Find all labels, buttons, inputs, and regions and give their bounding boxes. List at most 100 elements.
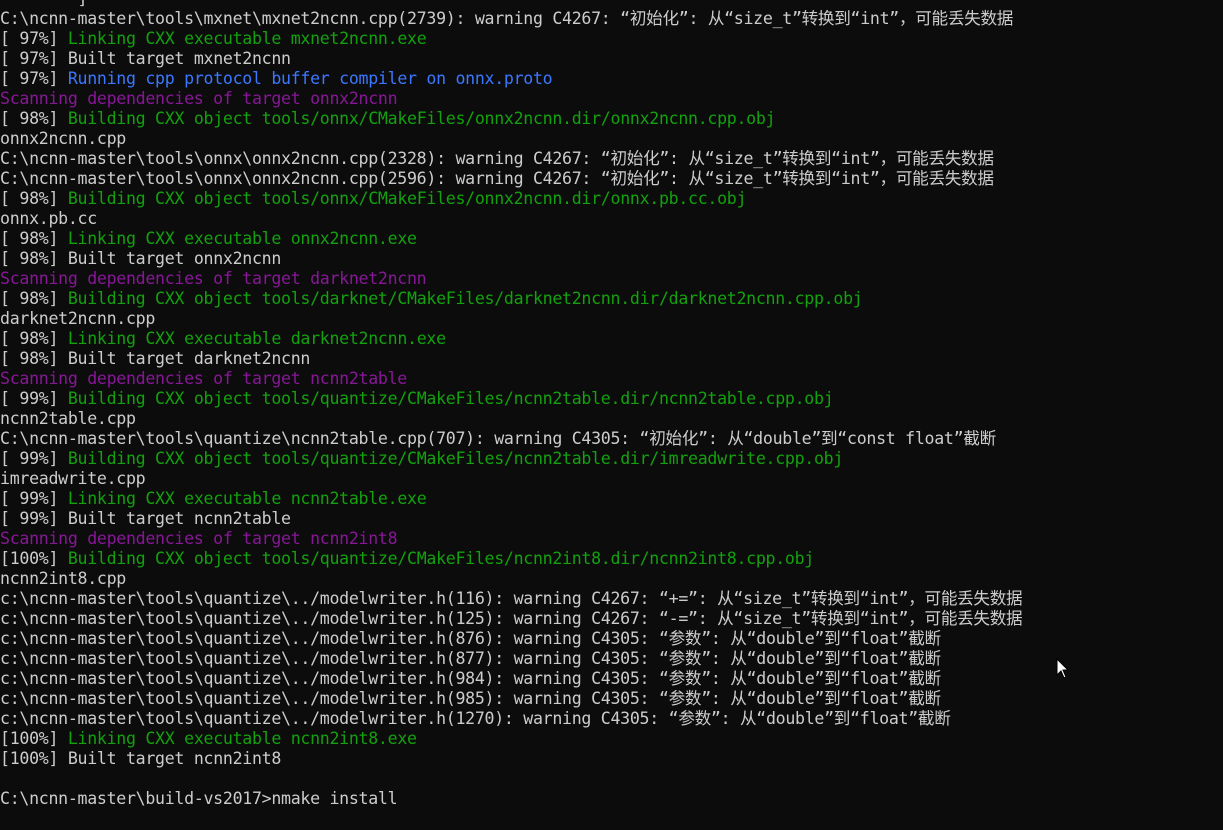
progress-prefix: [ 99%]	[0, 449, 68, 468]
line-text: ]	[0, 0, 88, 8]
console-line: [ 99%] Building CXX object tools/quantiz…	[0, 389, 1223, 409]
console-line: [ 99%] Building CXX object tools/quantiz…	[0, 449, 1223, 469]
line-text: Linking CXX executable onnx2ncnn.exe	[67, 229, 417, 248]
line-text: Building CXX object tools/darknet/CMakeF…	[67, 289, 863, 308]
progress-prefix: [ 98%]	[0, 289, 68, 308]
line-text: Building CXX object tools/onnx/CMakeFile…	[67, 189, 747, 208]
progress-prefix: [ 99%]	[0, 389, 68, 408]
line-text: C:\ncnn-master\tools\onnx\onnx2ncnn.cpp(…	[0, 149, 994, 168]
progress-prefix: [ 99%]	[0, 489, 68, 508]
progress-prefix: [ 97%]	[0, 49, 68, 68]
line-text: darknet2ncnn.cpp	[0, 309, 156, 328]
progress-prefix: [ 97%]	[0, 69, 68, 88]
line-text: c:\ncnn-master\tools\quantize\../modelwr…	[0, 629, 941, 648]
console-line: ncnn2int8.cpp	[0, 569, 1223, 589]
line-text: C:\ncnn-master\build-vs2017>nmake instal…	[0, 789, 398, 808]
line-text: Linking CXX executable darknet2ncnn.exe	[67, 329, 446, 348]
line-text: Linking CXX executable ncnn2table.exe	[67, 489, 427, 508]
console-line: [100%] Built target ncnn2int8	[0, 749, 1223, 769]
console-line: C:\ncnn-master\tools\onnx\onnx2ncnn.cpp(…	[0, 169, 1223, 189]
console-line: [ 97%] Running cpp protocol buffer compi…	[0, 69, 1223, 89]
terminal-output[interactable]: ]C:\ncnn-master\tools\mxnet\mxnet2ncnn.c…	[0, 0, 1223, 809]
line-text: Linking CXX executable mxnet2ncnn.exe	[67, 29, 427, 48]
line-text: ncnn2int8.cpp	[0, 569, 126, 588]
line-text: onnx2ncnn.cpp	[0, 129, 126, 148]
line-text: onnx.pb.cc	[0, 209, 97, 228]
console-line: C:\ncnn-master\tools\quantize\ncnn2table…	[0, 429, 1223, 449]
console-line: c:\ncnn-master\tools\quantize\../modelwr…	[0, 649, 1223, 669]
console-line: [ 98%] Building CXX object tools/onnx/CM…	[0, 189, 1223, 209]
console-line: [ 98%] Building CXX object tools/onnx/CM…	[0, 109, 1223, 129]
line-text: Scanning dependencies of target ncnn2int…	[0, 529, 398, 548]
console-line: c:\ncnn-master\tools\quantize\../modelwr…	[0, 629, 1223, 649]
console-line: [ 98%] Linking CXX executable onnx2ncnn.…	[0, 229, 1223, 249]
line-text: Built target mxnet2ncnn	[67, 49, 291, 68]
line-text: C:\ncnn-master\tools\mxnet\mxnet2ncnn.cp…	[0, 9, 1014, 28]
console-line: [ 97%] Linking CXX executable mxnet2ncnn…	[0, 29, 1223, 49]
console-line: onnx.pb.cc	[0, 209, 1223, 229]
line-text: c:\ncnn-master\tools\quantize\../modelwr…	[0, 709, 951, 728]
line-text: Built target onnx2ncnn	[67, 249, 282, 268]
line-text: Building CXX object tools/quantize/CMake…	[67, 449, 844, 468]
line-text: imreadwrite.cpp	[0, 469, 146, 488]
line-text: ncnn2table.cpp	[0, 409, 136, 428]
line-text: Scanning dependencies of target darknet2…	[0, 269, 427, 288]
progress-prefix: [ 97%]	[0, 29, 68, 48]
console-line: c:\ncnn-master\tools\quantize\../modelwr…	[0, 589, 1223, 609]
console-line: c:\ncnn-master\tools\quantize\../modelwr…	[0, 709, 1223, 729]
progress-prefix: [ 99%]	[0, 509, 68, 528]
console-line: Scanning dependencies of target ncnn2int…	[0, 529, 1223, 549]
console-line: Scanning dependencies of target ncnn2tab…	[0, 369, 1223, 389]
progress-prefix: [ 98%]	[0, 249, 68, 268]
line-text: c:\ncnn-master\tools\quantize\../modelwr…	[0, 689, 941, 708]
line-text: Built target ncnn2table	[67, 509, 291, 528]
line-text: Built target ncnn2int8	[67, 749, 282, 768]
console-line: [ 99%] Linking CXX executable ncnn2table…	[0, 489, 1223, 509]
console-line: [ 98%] Built target darknet2ncnn	[0, 349, 1223, 369]
line-text: Building CXX object tools/onnx/CMakeFile…	[67, 109, 776, 128]
progress-prefix: [ 98%]	[0, 349, 68, 368]
progress-prefix: [100%]	[0, 549, 68, 568]
console-line: c:\ncnn-master\tools\quantize\../modelwr…	[0, 669, 1223, 689]
progress-prefix: [ 98%]	[0, 329, 68, 348]
console-line: [100%] Linking CXX executable ncnn2int8.…	[0, 729, 1223, 749]
console-line: darknet2ncnn.cpp	[0, 309, 1223, 329]
console-line: onnx2ncnn.cpp	[0, 129, 1223, 149]
console-line: C:\ncnn-master\build-vs2017>nmake instal…	[0, 789, 1223, 809]
line-text: Built target darknet2ncnn	[67, 349, 311, 368]
console-line: ]	[0, 0, 1223, 9]
progress-prefix: [ 98%]	[0, 109, 68, 128]
line-text: c:\ncnn-master\tools\quantize\../modelwr…	[0, 649, 941, 668]
console-line: Scanning dependencies of target onnx2ncn…	[0, 89, 1223, 109]
line-text: C:\ncnn-master\tools\onnx\onnx2ncnn.cpp(…	[0, 169, 994, 188]
console-line: [ 98%] Building CXX object tools/darknet…	[0, 289, 1223, 309]
line-text: c:\ncnn-master\tools\quantize\../modelwr…	[0, 589, 1023, 608]
console-line: C:\ncnn-master\tools\onnx\onnx2ncnn.cpp(…	[0, 149, 1223, 169]
console-line: [ 98%] Linking CXX executable darknet2nc…	[0, 329, 1223, 349]
progress-prefix: [100%]	[0, 729, 68, 748]
line-text: Linking CXX executable ncnn2int8.exe	[67, 729, 417, 748]
line-text: Building CXX object tools/quantize/CMake…	[67, 549, 814, 568]
line-text: Building CXX object tools/quantize/CMake…	[67, 389, 834, 408]
progress-prefix: [100%]	[0, 749, 68, 768]
line-text: c:\ncnn-master\tools\quantize\../modelwr…	[0, 609, 1023, 628]
console-line: C:\ncnn-master\tools\mxnet\mxnet2ncnn.cp…	[0, 9, 1223, 29]
console-line: ncnn2table.cpp	[0, 409, 1223, 429]
line-text: Scanning dependencies of target ncnn2tab…	[0, 369, 407, 388]
line-text: Running cpp protocol buffer compiler on …	[67, 69, 553, 88]
line-text: Scanning dependencies of target onnx2ncn…	[0, 89, 398, 108]
progress-prefix: [ 98%]	[0, 229, 68, 248]
console-line: [ 97%] Built target mxnet2ncnn	[0, 49, 1223, 69]
console-line: Scanning dependencies of target darknet2…	[0, 269, 1223, 289]
console-line: [ 98%] Built target onnx2ncnn	[0, 249, 1223, 269]
console-line: imreadwrite.cpp	[0, 469, 1223, 489]
line-text: C:\ncnn-master\tools\quantize\ncnn2table…	[0, 429, 996, 448]
console-line: [100%] Building CXX object tools/quantiz…	[0, 549, 1223, 569]
console-line: c:\ncnn-master\tools\quantize\../modelwr…	[0, 609, 1223, 629]
console-line: c:\ncnn-master\tools\quantize\../modelwr…	[0, 689, 1223, 709]
line-text: c:\ncnn-master\tools\quantize\../modelwr…	[0, 669, 941, 688]
progress-prefix: [ 98%]	[0, 189, 68, 208]
mouse-pointer-icon	[1056, 658, 1070, 679]
console-line: [ 99%] Built target ncnn2table	[0, 509, 1223, 529]
